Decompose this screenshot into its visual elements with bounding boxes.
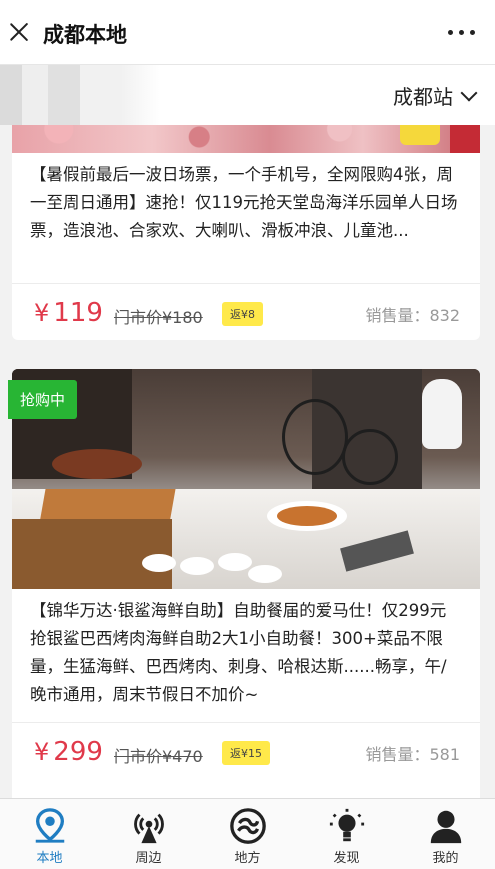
rebate-badge: 返¥15 [222,741,270,765]
tab-label: 我的 [432,851,459,866]
tab-places[interactable]: 地方 [198,799,297,869]
price-row: ¥119 门市价¥180 返¥8 销售量：832 [12,284,480,340]
tab-nearby[interactable]: 周边 [99,799,198,869]
page-title: 成都本地 [43,23,127,47]
tab-label: 本地 [36,851,63,866]
swirl-circle-icon [229,808,266,844]
on-sale-badge: 抢购中 [8,380,78,419]
tab-label: 发现 [333,851,360,866]
radio-tower-icon [133,813,164,844]
title-bar: 成都本地 [0,0,495,65]
more-options-icon[interactable] [448,30,475,35]
bottom-tab-bar: 本地 周边 地方 发现 我的 [0,798,495,869]
listing-image [12,369,480,589]
original-price: 门市价¥470 [114,747,203,766]
tab-label: 地方 [234,851,261,866]
price-row: ¥299 门市价¥470 返¥15 销售量：581 [12,723,480,783]
tab-label: 周边 [135,851,162,866]
city-selector-label: 成都站 [393,85,453,109]
user-icon [430,810,461,844]
current-price: ¥299 [34,737,103,767]
listing-description: 【锦华万达·银鲨海鲜自助】自助餐届的爱马仕！仅299元抢银鲨巴西烤肉海鲜自助2大… [30,601,447,704]
listing-card[interactable]: 【锦华万达·银鲨海鲜自助】自助餐届的爱马仕！仅299元抢银鲨巴西烤肉海鲜自助2大… [12,369,480,798]
listing-description: 【暑假前最后一波日场票，一个手机号，全网限购4张，周一至周日通用】速抢！仅119… [30,165,458,240]
original-price: 门市价¥180 [114,308,203,327]
listing-card[interactable]: 【暑假前最后一波日场票，一个手机号，全网限购4张，周一至周日通用】速抢！仅119… [12,125,480,340]
listing-feed[interactable]: 【暑假前最后一波日场票，一个手机号，全网限购4张，周一至周日通用】速抢！仅119… [0,125,495,798]
tab-discover[interactable]: 发现 [297,799,396,869]
rebate-badge: 返¥8 [222,302,263,326]
tab-me[interactable]: 我的 [396,799,495,869]
sales-count: 销售量：832 [365,306,460,325]
current-price: ¥119 [34,298,103,328]
lightbulb-icon [329,808,364,842]
blurred-banner [0,65,160,125]
close-icon[interactable] [8,21,30,43]
listing-image [12,125,480,153]
sales-count: 销售量：581 [365,745,460,764]
chevron-down-icon [460,84,478,101]
city-selector[interactable]: 成都站 [393,81,481,110]
city-bar: 成都站 [0,65,495,125]
tab-local[interactable]: 本地 [0,799,99,869]
location-pin-icon [35,808,64,843]
